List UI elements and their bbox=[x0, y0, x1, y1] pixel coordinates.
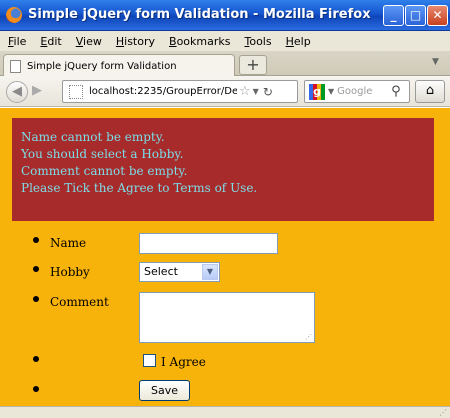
agree-label[interactable]: I Agree bbox=[161, 355, 206, 369]
save-button[interactable]: Save bbox=[139, 380, 190, 401]
forward-button[interactable]: ▶ bbox=[32, 83, 42, 98]
search-input[interactable]: Google bbox=[337, 86, 391, 97]
error-message: Please Tick the Agree to Terms of Use. bbox=[21, 181, 258, 195]
new-tab-button[interactable]: + bbox=[239, 55, 267, 75]
maximize-button[interactable]: □ bbox=[405, 5, 426, 26]
home-button[interactable]: ⌂ bbox=[415, 80, 445, 103]
search-engine-dropdown-icon[interactable]: ▼ bbox=[328, 87, 334, 96]
name-row: Name bbox=[0, 233, 450, 261]
name-input[interactable] bbox=[139, 233, 278, 254]
list-bullet bbox=[33, 237, 39, 243]
hobby-select[interactable]: Select ▼ bbox=[139, 262, 220, 282]
bookmark-star-icon[interactable]: ☆ bbox=[239, 84, 251, 99]
comment-textarea[interactable]: ⋰ bbox=[139, 292, 315, 343]
search-icon[interactable]: ⚲ bbox=[391, 84, 401, 99]
reload-icon[interactable]: ↻ bbox=[263, 85, 273, 99]
url-text: localhost:2235/GroupError/Defa bbox=[89, 86, 237, 97]
hobby-row: Hobby Select ▼ bbox=[0, 262, 450, 290]
resize-grip-icon[interactable]: ⋰ bbox=[439, 408, 447, 417]
menu-file[interactable]: File bbox=[2, 35, 34, 48]
error-message: You should select a Hobby. bbox=[21, 147, 184, 161]
menu-bookmarks[interactable]: Bookmarks bbox=[163, 35, 238, 48]
window-title-bar[interactable]: Simple jQuery form Validation - Mozilla … bbox=[0, 0, 450, 31]
hobby-label: Hobby bbox=[50, 265, 90, 279]
tab-active[interactable]: Simple jQuery form Validation bbox=[3, 54, 235, 77]
tab-list-chevron-icon[interactable]: ▼ bbox=[432, 57, 439, 67]
error-summary-box: Name cannot be empty. You should select … bbox=[12, 118, 434, 221]
error-message: Comment cannot be empty. bbox=[21, 164, 188, 178]
tab-label: Simple jQuery form Validation bbox=[27, 60, 177, 72]
search-bar[interactable]: g ▼ Google ⚲ bbox=[304, 80, 410, 103]
list-bullet bbox=[33, 386, 39, 392]
close-window-button[interactable]: ✕ bbox=[427, 5, 448, 26]
url-bar[interactable]: localhost:2235/GroupError/Defa ☆ ▼ ↻ bbox=[62, 80, 298, 103]
status-bar: ⋰ bbox=[0, 406, 450, 418]
menu-tools[interactable]: Tools bbox=[238, 35, 279, 48]
comment-label: Comment bbox=[50, 295, 109, 309]
page-icon bbox=[10, 59, 21, 73]
chevron-down-icon[interactable]: ▼ bbox=[202, 264, 218, 280]
tab-strip: Simple jQuery form Validation + ▼ bbox=[0, 51, 450, 77]
list-bullet bbox=[33, 296, 39, 302]
list-bullet bbox=[33, 356, 39, 362]
history-dropdown-icon[interactable]: ▼ bbox=[253, 87, 259, 96]
menu-history[interactable]: History bbox=[110, 35, 163, 48]
google-engine-icon[interactable]: g bbox=[309, 83, 325, 100]
resize-grip-icon[interactable]: ⋰ bbox=[305, 333, 312, 341]
menu-bar: File Edit View History Bookmarks Tools H… bbox=[0, 31, 450, 51]
agree-row: I Agree bbox=[0, 354, 450, 380]
agree-checkbox[interactable] bbox=[143, 354, 156, 367]
back-button[interactable]: ◀ bbox=[6, 81, 28, 103]
menu-help[interactable]: Help bbox=[280, 35, 319, 48]
list-bullet bbox=[33, 266, 39, 272]
menu-view[interactable]: View bbox=[70, 35, 110, 48]
firefox-logo-icon bbox=[6, 7, 22, 23]
hobby-selected-value: Select bbox=[144, 265, 178, 278]
comment-row: Comment ⋰ bbox=[0, 292, 450, 343]
page-content: Name cannot be empty. You should select … bbox=[0, 108, 450, 406]
minimize-button[interactable]: _ bbox=[383, 5, 404, 26]
navigation-toolbar: ◀ ▶ localhost:2235/GroupError/Defa ☆ ▼ ↻… bbox=[0, 76, 450, 107]
site-identity-icon[interactable] bbox=[69, 84, 83, 99]
name-label: Name bbox=[50, 236, 87, 250]
error-message: Name cannot be empty. bbox=[21, 130, 165, 144]
window-title: Simple jQuery form Validation - Mozilla … bbox=[28, 7, 371, 22]
menu-edit[interactable]: Edit bbox=[34, 35, 69, 48]
